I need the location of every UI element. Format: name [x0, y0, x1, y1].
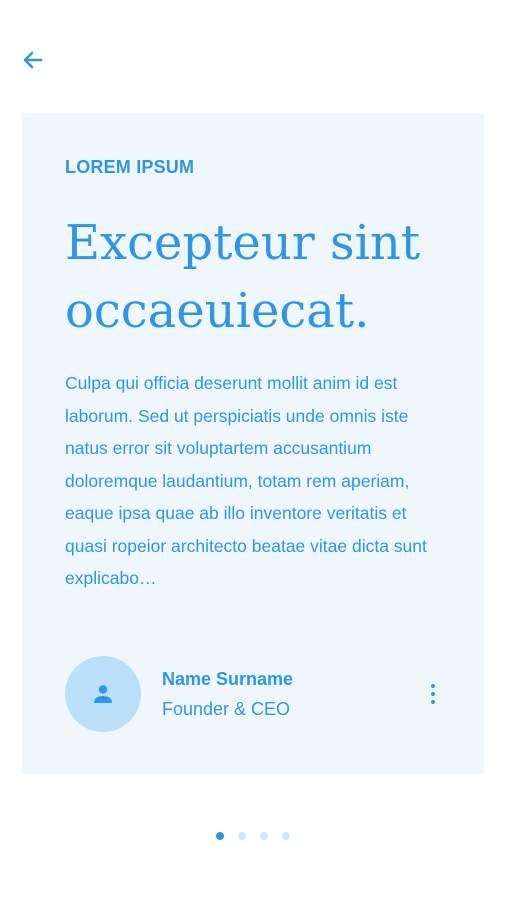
avatar — [65, 656, 141, 732]
user-icon — [94, 685, 112, 703]
back-button[interactable] — [18, 46, 48, 74]
eyebrow-label: LOREM IPSUM — [65, 157, 195, 177]
body-text: Culpa qui officia deserunt mollit anim i… — [65, 373, 427, 588]
page-dot[interactable] — [238, 832, 246, 840]
author-name: Name Surname — [162, 669, 294, 689]
page-dot[interactable] — [282, 832, 290, 840]
author-block: Name Surname Founder & CEO — [65, 656, 445, 732]
testimonial-card: LOREM IPSUM Excepteur sint occaeuiecat. … — [22, 113, 484, 774]
page-indicator — [0, 832, 506, 842]
arrow-left-icon — [23, 51, 43, 69]
page-dot[interactable] — [260, 832, 268, 840]
author-role: Founder & CEO — [162, 699, 291, 719]
more-vertical-icon — [431, 684, 435, 704]
headline: Excepteur sint occaeuiecat. — [65, 215, 421, 339]
page-dot[interactable] — [216, 832, 224, 840]
more-options-button[interactable] — [421, 680, 445, 708]
